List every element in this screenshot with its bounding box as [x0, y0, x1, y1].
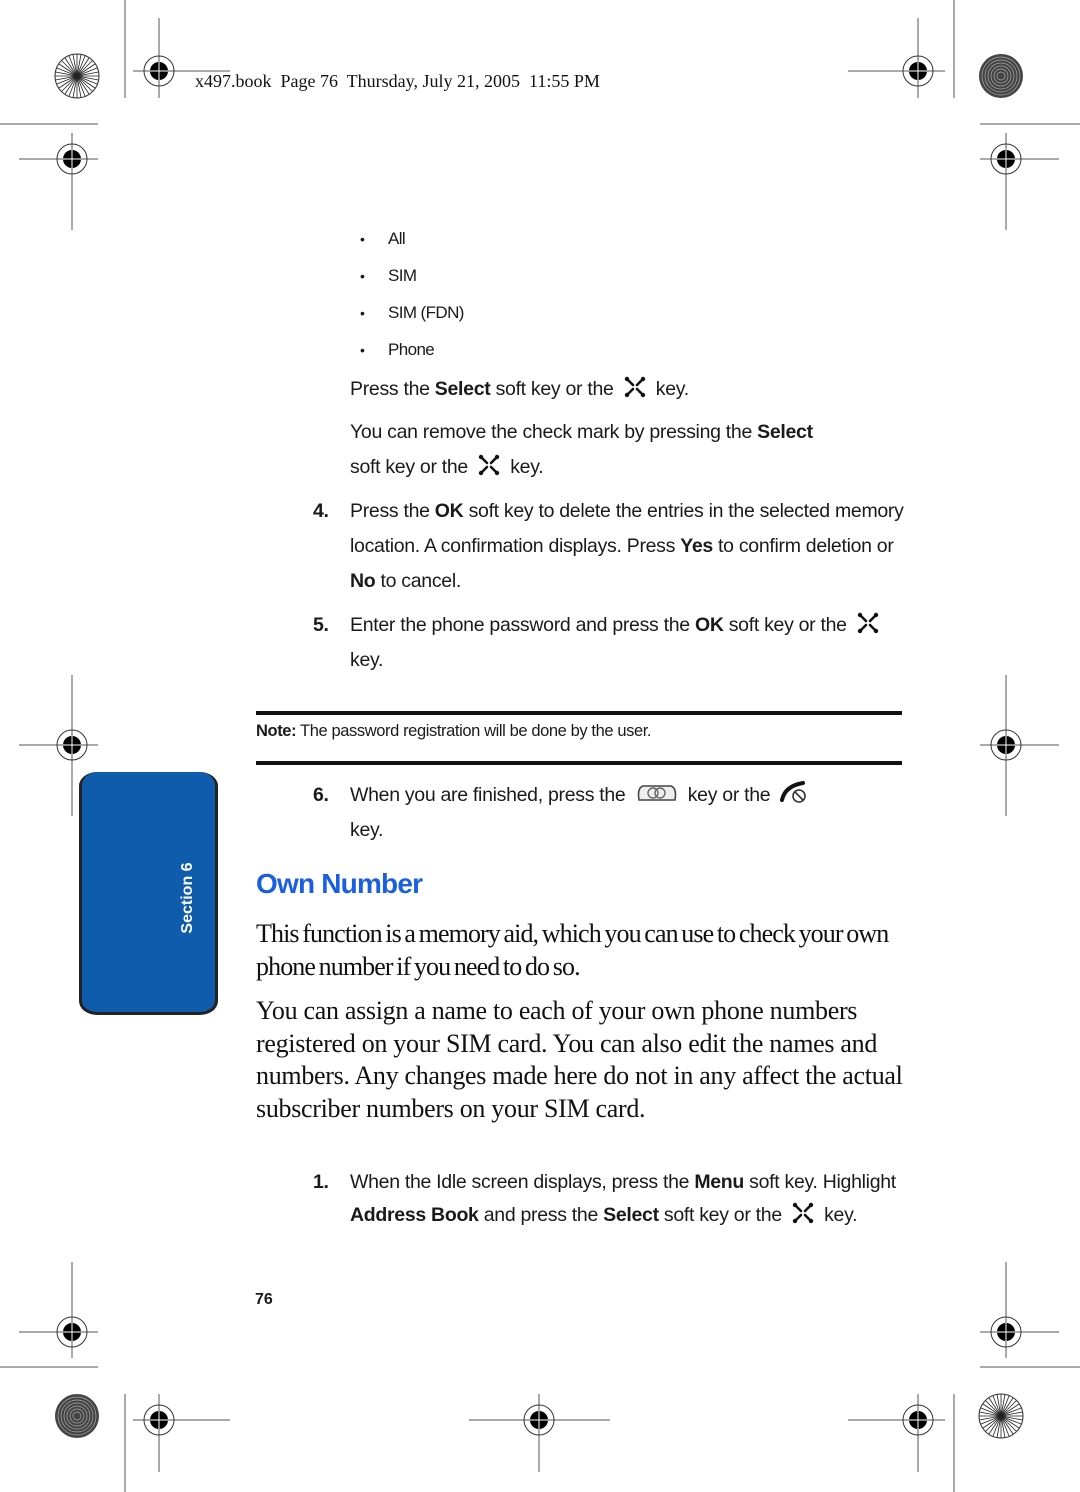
list-item: • All	[360, 227, 464, 264]
section-tab-label: Section 6	[179, 862, 196, 934]
remove-check-instruction: You can remove the check mark by pressin…	[350, 421, 813, 478]
list-item: • SIM (FDN)	[360, 301, 464, 338]
page-number: 76	[255, 1291, 273, 1308]
list-item: • SIM	[360, 264, 464, 301]
step-6: 6. When you are finished, press the key …	[313, 778, 913, 848]
step-text: Press the OK soft key to delete the entr…	[350, 500, 904, 592]
note-bottom-rule	[256, 761, 902, 765]
printer-marks	[0, 0, 1080, 1492]
bullet-icon: •	[360, 231, 365, 247]
step-number: 5.	[313, 614, 329, 636]
bullet-icon: •	[360, 305, 365, 321]
clear-key-icon	[637, 785, 676, 801]
step-text: When the Idle screen displays, press the…	[350, 1171, 896, 1226]
navigation-key-icon	[477, 454, 501, 476]
bullet-icon: •	[360, 342, 365, 358]
body-paragraph: This function is a memory aid, which you…	[256, 919, 889, 981]
step-number: 4.	[313, 500, 329, 522]
step-text: When you are finished, press the key or …	[350, 778, 913, 848]
section-heading: Own Number	[256, 868, 423, 899]
note: Note: The password registration will be …	[256, 722, 652, 740]
section-tab	[79, 772, 218, 1015]
bullet-icon: •	[360, 268, 365, 284]
list-item: • Phone	[360, 338, 464, 375]
body-paragraph: You can assign a name to each of your ow…	[256, 996, 903, 1123]
memory-location-list: • All • SIM • SIM (FDN) • Phone	[360, 227, 464, 375]
step-number: 1.	[313, 1171, 329, 1193]
step-text: Enter the phone password and press the O…	[350, 608, 913, 678]
note-top-rule	[256, 711, 902, 715]
navigation-key-icon	[856, 612, 880, 634]
step-number: 6.	[313, 784, 329, 806]
step-5: 5. Enter the phone password and press th…	[313, 608, 913, 678]
press-select-instruction: Press the Select soft key or the key.	[350, 376, 689, 400]
running-head: x497.book Page 76 Thursday, July 21, 200…	[195, 71, 600, 91]
step-1: 1. When the Idle screen displays, press …	[313, 1166, 913, 1231]
step-4: 4. Press the OK soft key to delete the e…	[313, 494, 913, 599]
navigation-key-icon	[791, 1202, 815, 1224]
navigation-key-icon	[623, 376, 647, 398]
end-call-key-icon	[780, 781, 807, 803]
